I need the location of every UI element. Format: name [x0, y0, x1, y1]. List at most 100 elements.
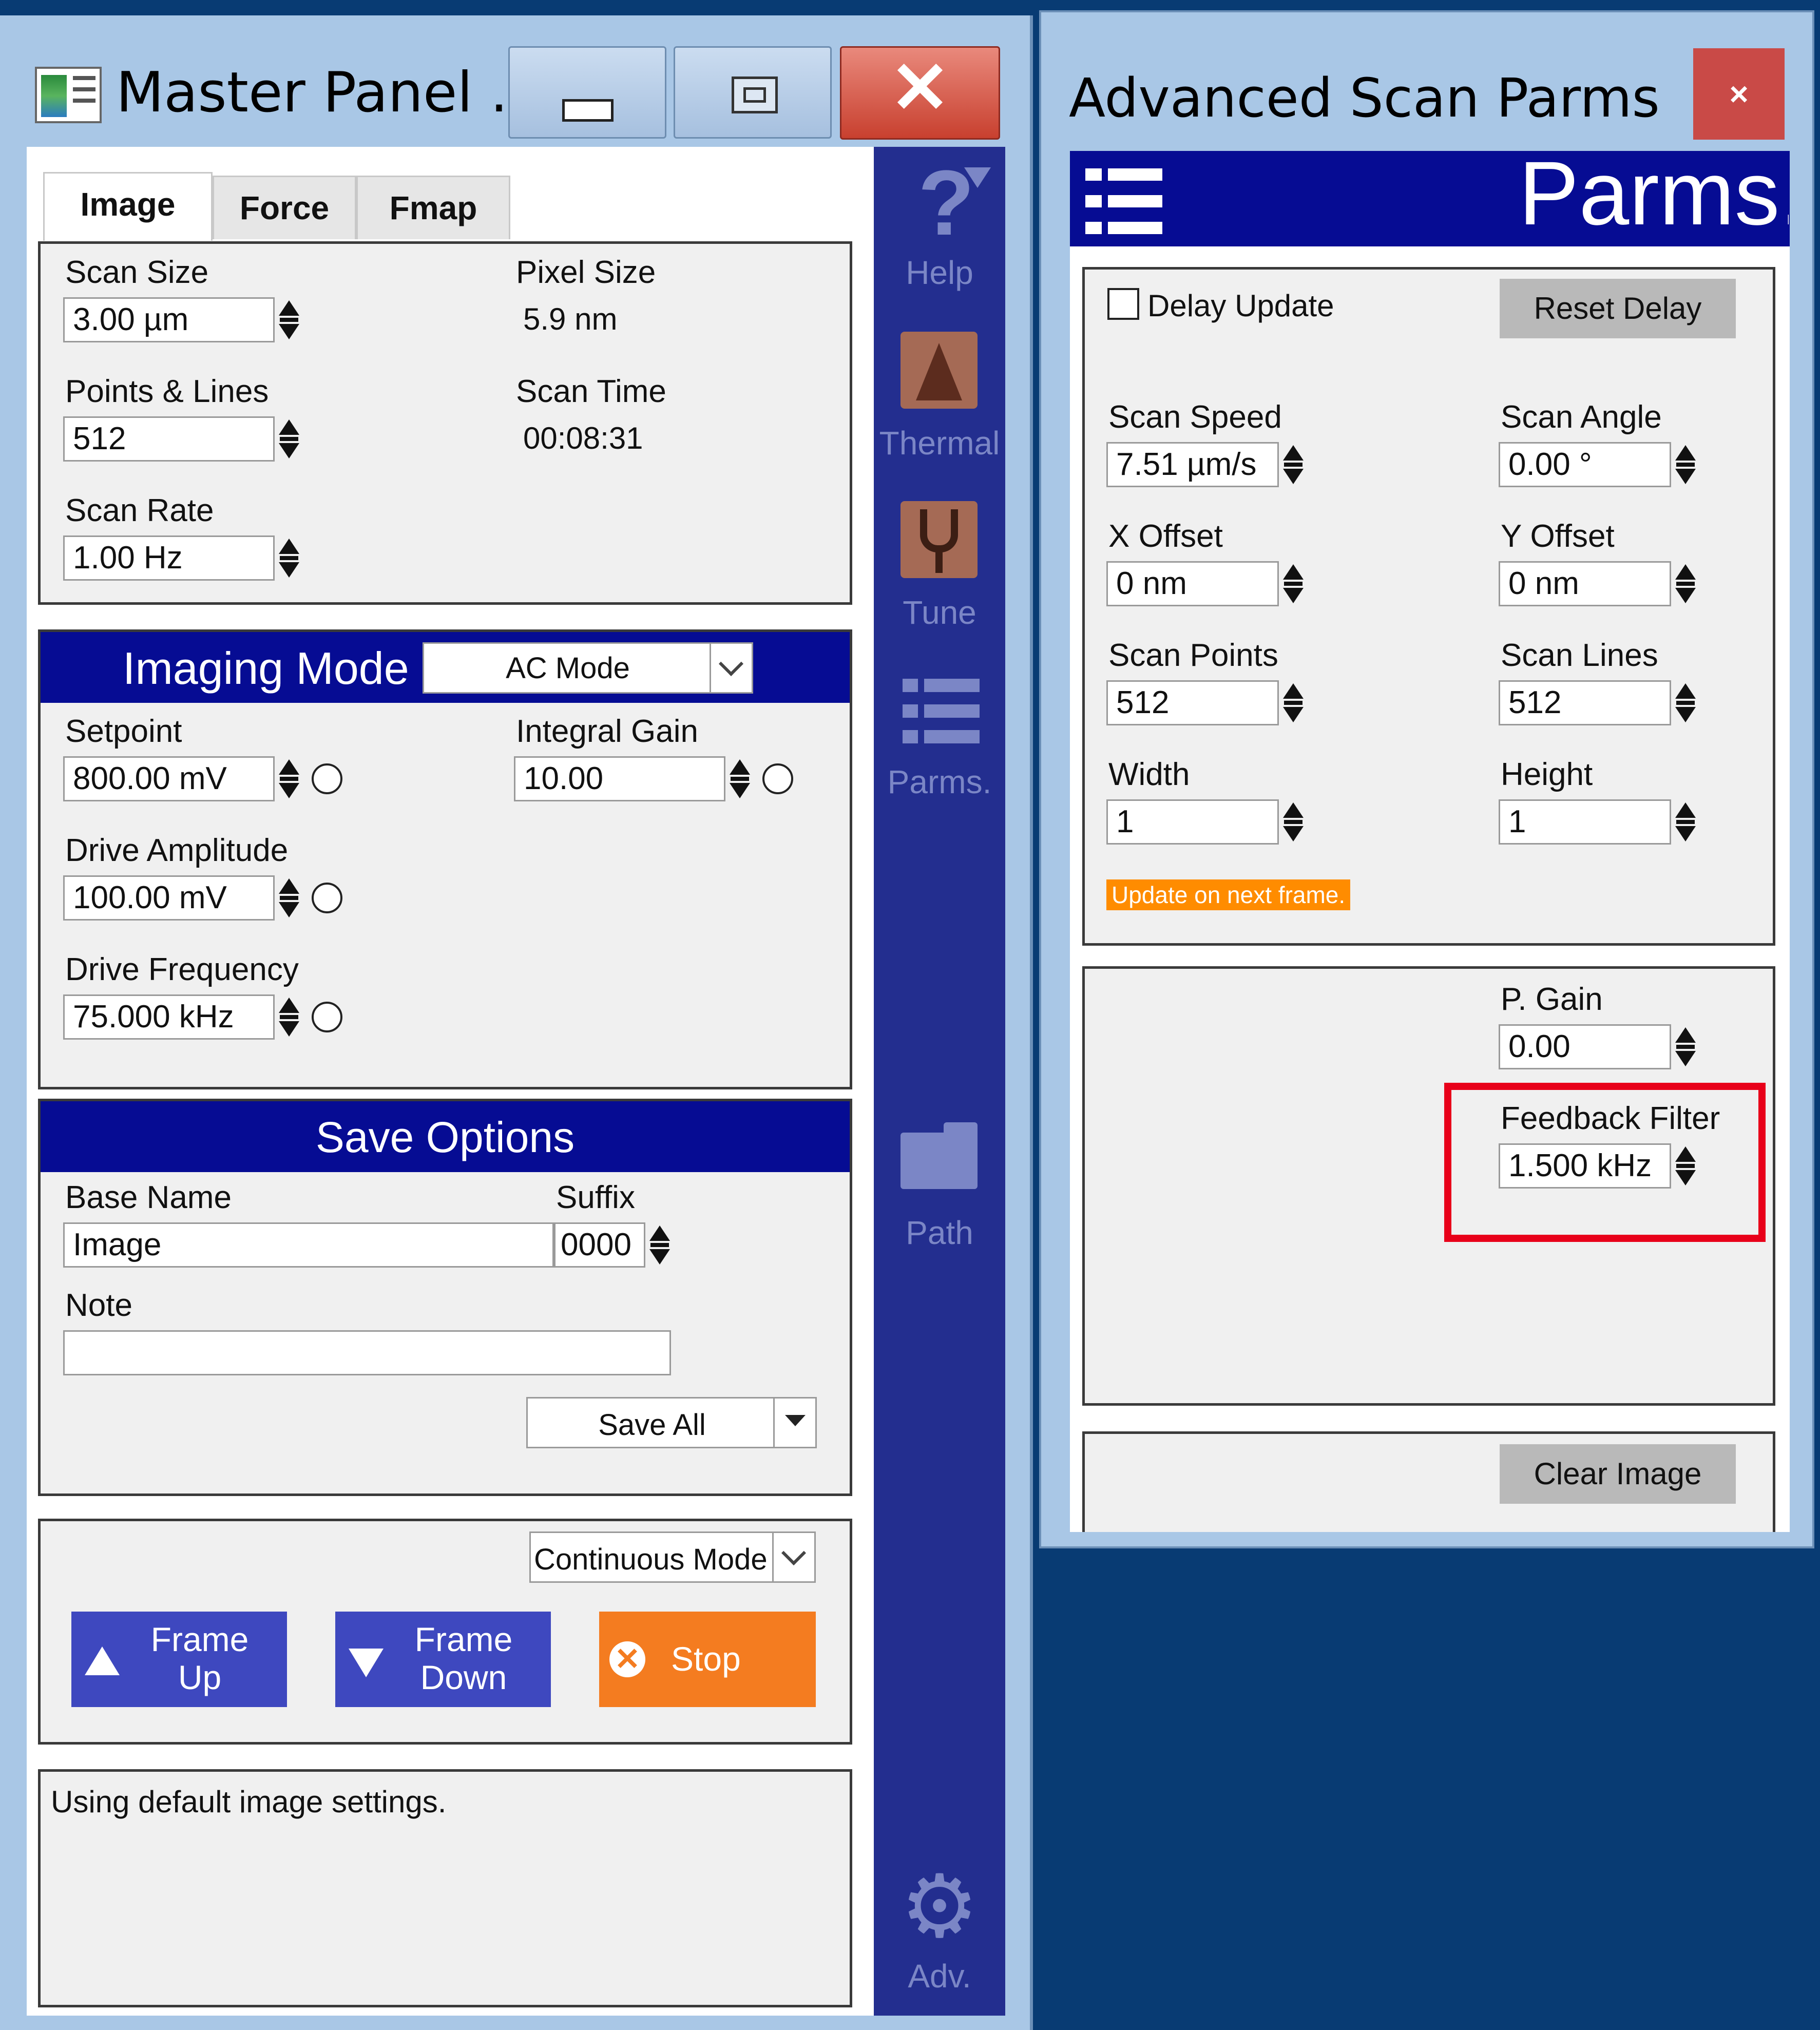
- tab-image[interactable]: Image: [43, 172, 213, 241]
- thermal-icon: [901, 332, 978, 409]
- continuous-mode-value: Continuous Mode: [534, 1543, 768, 1576]
- suffix-field[interactable]: 0000: [554, 1222, 645, 1268]
- close-button[interactable]: ✕: [840, 46, 1000, 140]
- scan-lines-field[interactable]: 512: [1499, 680, 1671, 725]
- clear-image-button[interactable]: Clear Image: [1500, 1444, 1736, 1504]
- thermal-button[interactable]: Thermal: [874, 332, 1005, 465]
- frame-down-button[interactable]: Frame Down: [335, 1612, 551, 1707]
- help-label: Help: [906, 254, 973, 291]
- base-name-field[interactable]: Image: [63, 1222, 554, 1268]
- scan-size-field[interactable]: 3.00 µm: [63, 297, 275, 342]
- scan-lines-label: Scan Lines: [1501, 638, 1658, 673]
- x-offset-spinner[interactable]: [1282, 561, 1305, 606]
- save-all-select[interactable]: Save All: [526, 1397, 817, 1448]
- drive-frequency-spinner[interactable]: [278, 994, 300, 1040]
- height-field[interactable]: 1: [1499, 799, 1671, 845]
- path-button[interactable]: Path: [874, 1122, 1005, 1256]
- setpoint-spinner[interactable]: [278, 756, 300, 801]
- imaging-mode-select[interactable]: AC Mode: [423, 642, 753, 694]
- caret-down-icon: [773, 1399, 815, 1447]
- maximize-button[interactable]: [674, 46, 832, 139]
- advanced-title: Advanced Scan Parms: [1069, 67, 1660, 129]
- width-field[interactable]: 1: [1106, 799, 1279, 845]
- reset-delay-button[interactable]: Reset Delay: [1500, 279, 1736, 338]
- scan-size-spinner[interactable]: [278, 297, 300, 342]
- scan-lines-spinner[interactable]: [1674, 680, 1697, 725]
- drive-amplitude-label: Drive Amplitude: [65, 833, 289, 868]
- integral-gain-radio[interactable]: [762, 763, 793, 794]
- advanced-close-button[interactable]: ×: [1693, 48, 1785, 140]
- drive-frequency-radio[interactable]: [312, 1002, 342, 1032]
- tune-button[interactable]: Tune: [874, 501, 1005, 635]
- update-notice-badge: Update on next frame.: [1106, 879, 1351, 910]
- note-field[interactable]: [63, 1330, 671, 1375]
- path-label: Path: [906, 1214, 973, 1251]
- master-panel-title: Master Panel ...: [116, 61, 543, 125]
- base-name-label: Base Name: [65, 1180, 232, 1215]
- height-spinner[interactable]: [1674, 799, 1697, 845]
- status-panel: Using default image settings.: [38, 1769, 852, 2007]
- scan-rate-spinner[interactable]: [278, 535, 300, 581]
- x-offset-field[interactable]: 0 nm: [1106, 561, 1279, 606]
- stop-icon: ✕: [609, 1641, 645, 1677]
- integral-gain-spinner[interactable]: [729, 756, 751, 801]
- drive-amplitude-spinner[interactable]: [278, 875, 300, 921]
- points-lines-label: Points & Lines: [65, 374, 269, 409]
- y-offset-spinner[interactable]: [1674, 561, 1697, 606]
- scan-rate-field[interactable]: 1.00 Hz: [63, 535, 275, 581]
- triangle-up-icon: [85, 1646, 120, 1675]
- setpoint-radio[interactable]: [312, 763, 342, 794]
- integral-gain-field[interactable]: 10.00: [514, 756, 725, 801]
- p-gain-spinner[interactable]: [1674, 1024, 1697, 1069]
- tab-fmap[interactable]: Fmap: [356, 176, 510, 239]
- save-all-value: Save All: [598, 1408, 706, 1442]
- x-offset-label: X Offset: [1108, 519, 1223, 554]
- continuous-mode-select[interactable]: Continuous Mode: [529, 1531, 816, 1583]
- p-gain-field[interactable]: 0.00: [1499, 1024, 1671, 1069]
- parms-button[interactable]: Parms.: [874, 676, 1005, 809]
- scan-points-field[interactable]: 512: [1106, 680, 1279, 725]
- help-button[interactable]: ? Help: [874, 157, 1005, 291]
- scan-speed-spinner[interactable]: [1282, 442, 1305, 487]
- parms-label: Parms.: [887, 763, 992, 800]
- height-label: Height: [1501, 757, 1593, 792]
- tuning-fork-icon: [901, 501, 978, 578]
- scan-size-label: Scan Size: [65, 255, 209, 290]
- maximize-icon: [732, 76, 778, 113]
- scan-params-panel: Scan Size 3.00 µm Pixel Size 5.9 nm Poin…: [38, 241, 852, 605]
- list-icon: [1085, 166, 1162, 238]
- scan-speed-field[interactable]: 7.51 µm/s: [1106, 442, 1279, 487]
- tune-label: Tune: [903, 594, 976, 631]
- points-lines-field[interactable]: 512: [63, 416, 275, 462]
- drive-amplitude-field[interactable]: 100.00 mV: [63, 875, 275, 921]
- tab-force[interactable]: Force: [213, 176, 356, 239]
- imaging-mode-panel: Imaging Mode AC Mode Setpoint 800.00 mV …: [38, 629, 852, 1089]
- scan-controls-panel: Continuous Mode Frame Up Frame Down ✕ St…: [38, 1519, 852, 1745]
- setpoint-field[interactable]: 800.00 mV: [63, 756, 275, 801]
- stop-button[interactable]: ✕ Stop: [599, 1612, 816, 1707]
- advanced-button[interactable]: ⚙ Adv.: [874, 1863, 1005, 2000]
- drive-frequency-field[interactable]: 75.000 kHz: [63, 994, 275, 1040]
- delay-update-checkbox[interactable]: [1107, 288, 1139, 320]
- list-icon: [903, 676, 980, 748]
- width-spinner[interactable]: [1282, 799, 1305, 845]
- scan-angle-spinner[interactable]: [1674, 442, 1697, 487]
- save-options-panel: Save Options Base Name Image Suffix 0000…: [38, 1099, 852, 1496]
- points-lines-spinner[interactable]: [278, 416, 300, 462]
- frame-up-label-2: Up: [178, 1658, 222, 1696]
- minimize-button[interactable]: [508, 46, 666, 139]
- delay-update-label: Delay Update: [1147, 289, 1334, 323]
- y-offset-field[interactable]: 0 nm: [1499, 561, 1671, 606]
- close-icon: ✕: [890, 47, 950, 128]
- p-gain-label: P. Gain: [1501, 982, 1603, 1017]
- y-offset-label: Y Offset: [1501, 519, 1615, 554]
- feedback-filter-highlight: [1444, 1083, 1766, 1242]
- scan-angle-field[interactable]: 0.00 °: [1499, 442, 1671, 487]
- suffix-spinner[interactable]: [648, 1222, 671, 1268]
- chevron-down-icon: [710, 644, 752, 692]
- drive-amplitude-radio[interactable]: [312, 883, 342, 913]
- frame-up-button[interactable]: Frame Up: [71, 1612, 287, 1707]
- scan-points-spinner[interactable]: [1282, 680, 1305, 725]
- scan-speed-label: Scan Speed: [1108, 399, 1282, 435]
- drive-frequency-label: Drive Frequency: [65, 952, 299, 987]
